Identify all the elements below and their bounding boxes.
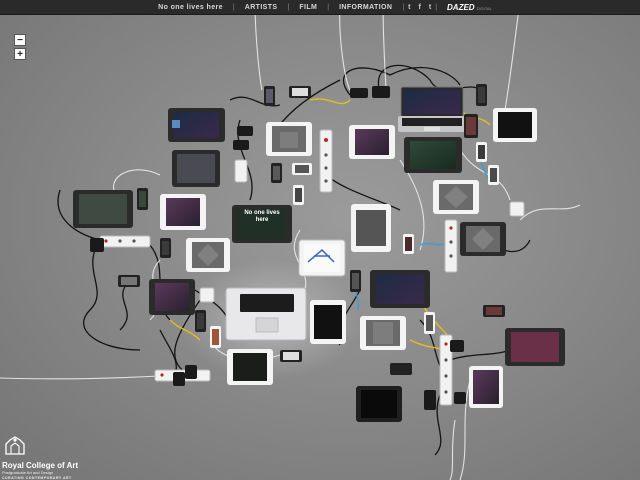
crest-icon	[5, 436, 25, 455]
nav-film-link[interactable]: FILM	[289, 4, 327, 11]
main-nav: No one lives here | ARTISTS | FILM | INF…	[148, 3, 492, 12]
zoom-in-button[interactable]: +	[14, 48, 26, 60]
tumblr-icon[interactable]: t	[425, 4, 435, 11]
rca-logo[interactable]: Royal College of Art Postgraduate Art an…	[2, 434, 122, 480]
device-wall	[0, 0, 581, 480]
facebook-icon[interactable]: f	[415, 4, 425, 11]
top-navigation-bar: No one lives here | ARTISTS | FILM | INF…	[0, 0, 640, 15]
nav-information-link[interactable]: INFORMATION	[329, 4, 402, 11]
nav-home-link[interactable]: No one lives here	[148, 4, 233, 11]
rca-tagline: CURATING CONTEMPORARY ART	[2, 476, 72, 480]
twitter-icon[interactable]: t	[404, 4, 414, 11]
laptop-top	[398, 86, 466, 132]
dazed-logo[interactable]: DAZED	[437, 3, 477, 12]
laptop-main	[225, 287, 307, 341]
nav-artists-link[interactable]: ARTISTS	[235, 4, 288, 11]
zoom-out-button[interactable]: −	[14, 34, 26, 46]
tablets	[73, 108, 565, 422]
rca-name: Royal College of Art	[2, 461, 79, 470]
dazed-logo-sub: DIGITAL	[476, 6, 492, 11]
featured-screen-caption[interactable]: No one lives here	[238, 210, 286, 224]
